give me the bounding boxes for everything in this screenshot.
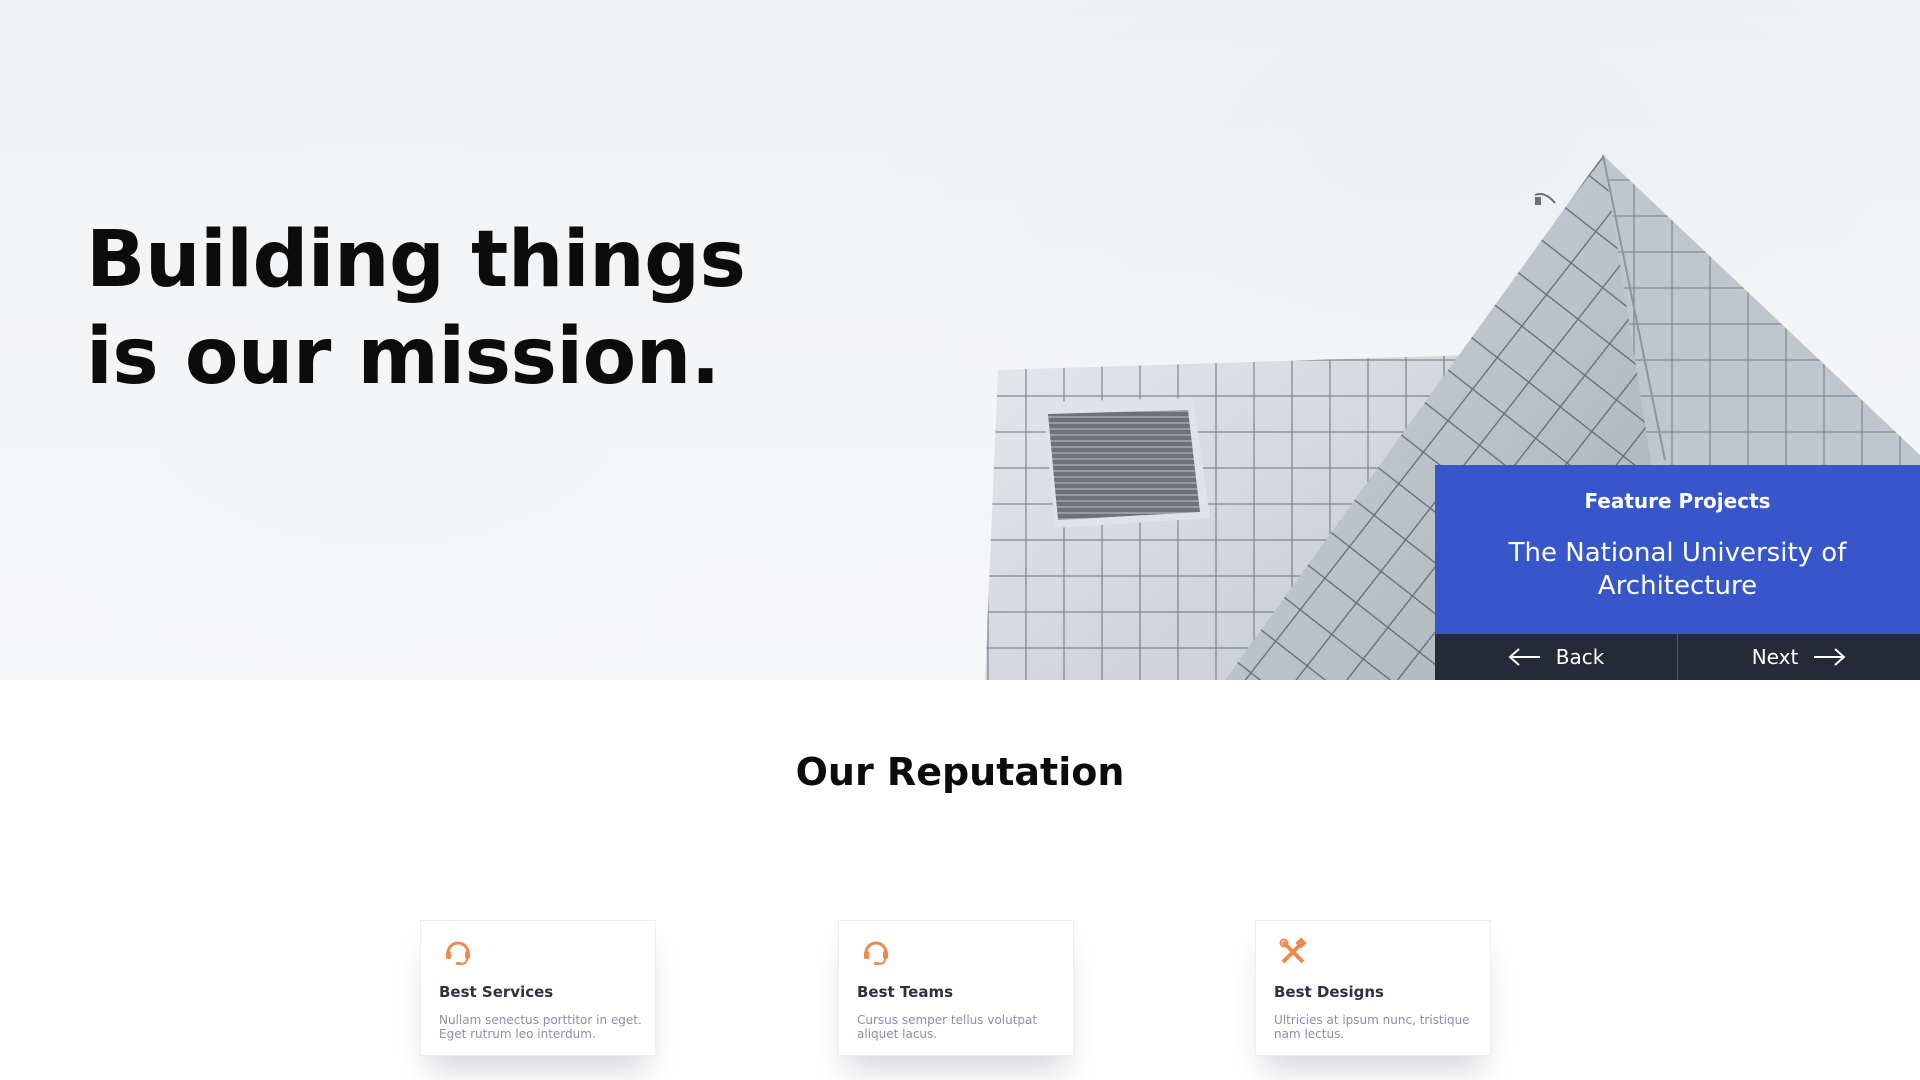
feature-info: Feature Projects The National University… [1435,465,1920,634]
feature-projects-panel: Feature Projects The National University… [1435,465,1920,680]
card-best-teams[interactable]: Best Teams Cursus semper tellus volutpat… [838,920,1074,1056]
card-best-designs[interactable]: Best Designs Ultricies at ipsum nunc, tr… [1255,920,1491,1056]
card-description: Ultricies at ipsum nunc, tristique nam l… [1274,1013,1470,1041]
feature-nav: Back Next [1435,634,1920,680]
card-title: Best Designs [1274,983,1384,1001]
next-button[interactable]: Next [1678,634,1920,680]
headset-icon [864,941,888,965]
hero-title: Building things is our mission. [86,212,786,406]
feature-project-name[interactable]: The National University of Architecture [1465,537,1890,603]
card-best-services[interactable]: Best Services Nullam senectus porttitor … [420,920,656,1056]
reputation-title: Our Reputation [795,750,1125,794]
tools-icon [1279,937,1307,964]
hero-title-line1: Building things [86,215,746,305]
card-description: Nullam senectus porttitor in eget. Eget … [439,1013,642,1041]
back-button[interactable]: Back [1435,634,1678,680]
hero-title-line2: is our mission. [86,312,720,402]
arrow-left-icon [1508,648,1540,666]
next-label: Next [1751,645,1799,669]
back-label: Back [1555,645,1605,669]
arrow-right-icon [1814,648,1846,666]
feature-label: Feature Projects [1584,489,1771,513]
card-description: Cursus semper tellus volutpat aliquet la… [857,1013,1038,1041]
card-title: Best Services [439,983,554,1001]
headset-icon [446,941,470,965]
card-title: Best Teams [857,983,954,1001]
